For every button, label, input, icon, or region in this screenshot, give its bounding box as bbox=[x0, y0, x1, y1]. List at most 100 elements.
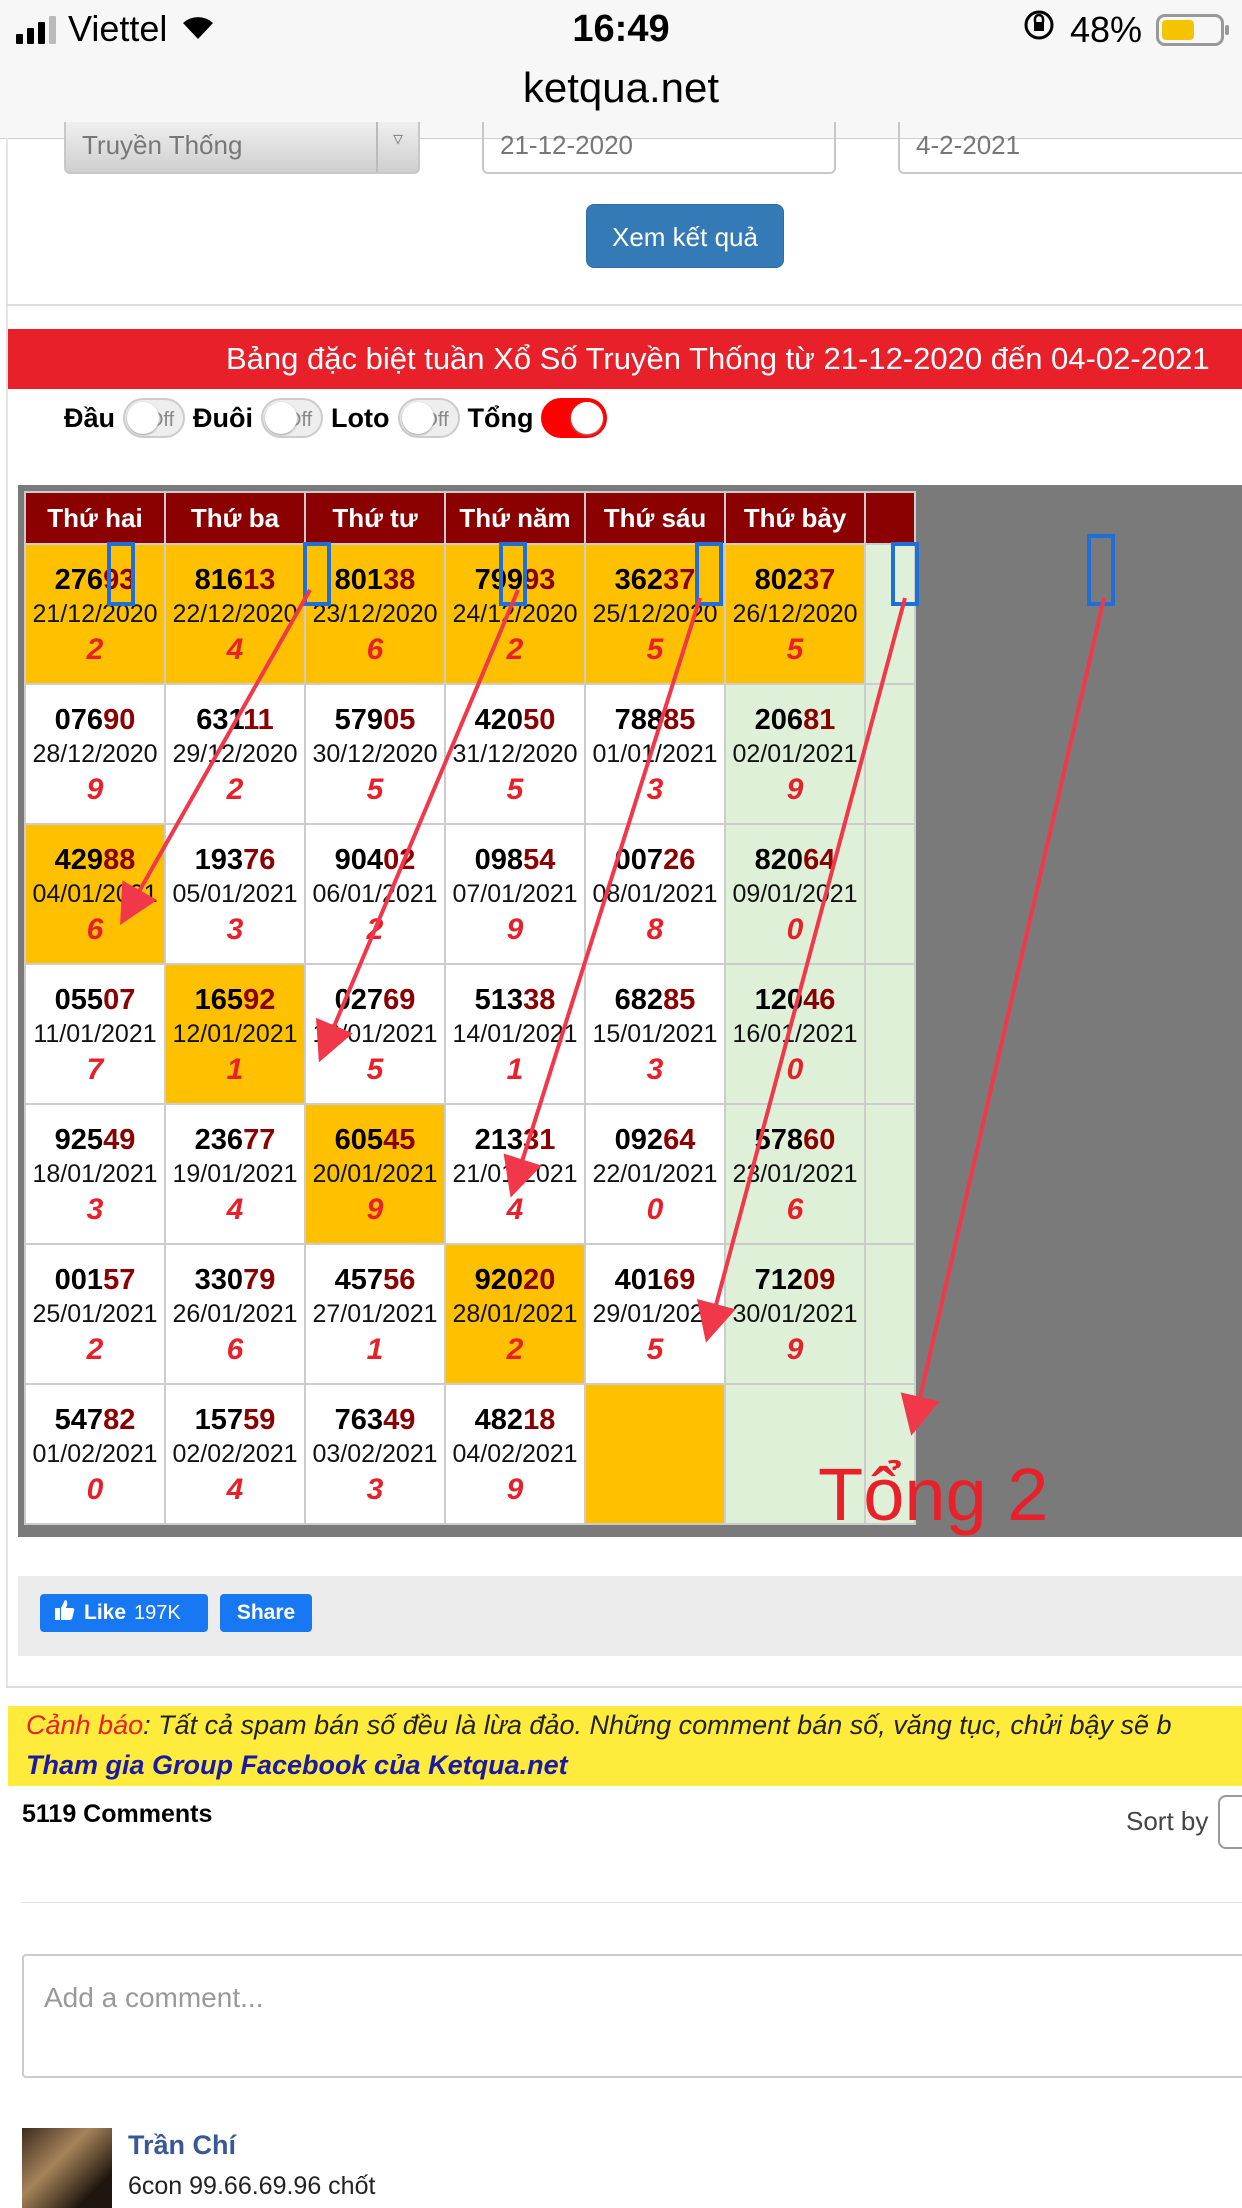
number-head: 801 bbox=[334, 564, 384, 596]
status-bar: Viettel 16:49 48% bbox=[0, 0, 1242, 62]
draw-date: 18/01/2021 bbox=[32, 1160, 158, 1188]
number-tail: 09 bbox=[803, 1264, 836, 1296]
draw-date: 25/01/2021 bbox=[32, 1300, 158, 1328]
table-row: 00157 25/01/2021 2 33079 26/01/2021 6 45756 27/… bbox=[24, 1243, 916, 1385]
digit-sum: 4 bbox=[226, 1473, 244, 1506]
special-prize-number: 02769 bbox=[306, 983, 444, 1017]
facebook-like-button[interactable]: Like 197K bbox=[40, 1594, 208, 1632]
result-cell: 92549 18/01/2021 3 bbox=[24, 1103, 166, 1245]
draw-date: 09/01/2021 bbox=[732, 880, 858, 908]
digit-sum: 4 bbox=[226, 633, 244, 666]
result-cell: 63111 29/12/2020 2 bbox=[164, 683, 306, 825]
digit-sum: 3 bbox=[366, 1473, 384, 1506]
warning-label: Cảnh báo bbox=[26, 1710, 144, 1740]
toggle-label-duoi: Đuôi bbox=[193, 402, 254, 433]
draw-date: 13/01/2021 bbox=[312, 1020, 438, 1048]
result-cell: 05507 11/01/2021 7 bbox=[24, 963, 166, 1105]
number-head: 420 bbox=[474, 704, 524, 736]
day-header: Thứ ba bbox=[164, 491, 306, 545]
special-prize-number: 40169 bbox=[586, 1263, 724, 1297]
digit-sum: 9 bbox=[506, 1473, 524, 1506]
comment-count: 5119 Comments bbox=[22, 1800, 213, 1828]
view-results-button[interactable]: Xem kết quả bbox=[586, 204, 784, 268]
lottery-type-select[interactable]: Truyền Thống ▿ bbox=[64, 122, 420, 174]
draw-date: 29/12/2020 bbox=[172, 740, 298, 768]
panel-divider bbox=[6, 304, 1242, 306]
date-from-input[interactable]: 21-12-2020 bbox=[482, 122, 836, 174]
special-prize-number: 05507 bbox=[26, 983, 164, 1017]
thumbs-up-icon bbox=[54, 1599, 76, 1627]
results-grid: Thứ hai Thứ ba Thứ tư Thứ năm Thứ sáu Thứ bảy… bbox=[18, 485, 1242, 1537]
result-cell: 02769 13/01/2021 5 bbox=[304, 963, 446, 1105]
number-tail: 88 bbox=[103, 844, 136, 876]
digit-sum: 2 bbox=[226, 773, 244, 806]
facebook-group-link[interactable]: Tham gia Group Facebook của Ketqua.net bbox=[26, 1750, 568, 1781]
special-prize-number: 92549 bbox=[26, 1123, 164, 1157]
day-header: Thứ năm bbox=[444, 491, 586, 545]
draw-date: 28/01/2021 bbox=[452, 1300, 578, 1328]
special-prize-number: 57905 bbox=[306, 703, 444, 737]
result-cell: 21331 21/01/2021 4 bbox=[444, 1103, 586, 1245]
date-to-input[interactable]: 4-2-2021 bbox=[898, 122, 1242, 174]
result-cell: 36237 25/12/2020 5 bbox=[584, 543, 726, 685]
number-head: 482 bbox=[474, 1404, 524, 1436]
result-cell: 81613 22/12/2020 4 bbox=[164, 543, 306, 685]
number-tail: 02 bbox=[383, 844, 416, 876]
number-head: 682 bbox=[614, 984, 664, 1016]
toggle-loto[interactable]: Off bbox=[397, 398, 460, 438]
draw-date: 12/01/2021 bbox=[172, 1020, 298, 1048]
special-prize-number: 42050 bbox=[446, 703, 584, 737]
number-tail: 26 bbox=[663, 844, 696, 876]
chevron-down-icon: ▿ bbox=[376, 122, 418, 172]
toggle-duoi[interactable]: Off bbox=[261, 398, 324, 438]
digit-sum: 9 bbox=[786, 1333, 804, 1366]
result-cell: 16592 12/01/2021 1 bbox=[164, 963, 306, 1105]
result-cell: 27693 21/12/2020 2 bbox=[24, 543, 166, 685]
number-head: 236 bbox=[194, 1124, 244, 1156]
result-cell bbox=[584, 1383, 726, 1525]
special-prize-number: 07690 bbox=[26, 703, 164, 737]
special-prize-number: 48218 bbox=[446, 1403, 584, 1437]
digit-sum: 0 bbox=[86, 1473, 104, 1506]
sort-select[interactable] bbox=[1218, 1795, 1242, 1849]
toggle-dau[interactable]: Off bbox=[123, 398, 186, 438]
digit-sum: 9 bbox=[86, 773, 104, 806]
panel-divider bbox=[6, 1686, 1242, 1688]
special-prize-number: 79993 bbox=[446, 563, 584, 597]
result-cell: 92020 28/01/2021 2 bbox=[444, 1243, 586, 1385]
sort-label: Sort by bbox=[1126, 1806, 1209, 1836]
table-row: 92549 18/01/2021 3 23677 19/01/2021 4 60545 20/… bbox=[24, 1103, 916, 1245]
number-tail: 37 bbox=[663, 564, 696, 596]
number-head: 157 bbox=[194, 1404, 244, 1436]
number-head: 076 bbox=[54, 704, 104, 736]
draw-date: 24/12/2020 bbox=[452, 600, 578, 628]
special-prize-number: 60545 bbox=[306, 1123, 444, 1157]
toggle-duoi-state: Off bbox=[285, 409, 313, 431]
number-tail: 60 bbox=[803, 1124, 836, 1156]
number-head: 816 bbox=[194, 564, 244, 596]
orientation-lock-icon bbox=[1022, 8, 1056, 51]
result-cell: 20681 02/01/2021 9 bbox=[724, 683, 866, 825]
result-cell: 19376 05/01/2021 3 bbox=[164, 823, 306, 965]
result-cell: 42050 31/12/2020 5 bbox=[444, 683, 586, 825]
result-cell: 71209 30/01/2021 9 bbox=[724, 1243, 866, 1385]
special-prize-number: 71209 bbox=[726, 1263, 864, 1297]
facebook-share-button[interactable]: Share bbox=[220, 1594, 312, 1632]
result-cell: 09854 07/01/2021 9 bbox=[444, 823, 586, 965]
number-tail: 05 bbox=[383, 704, 416, 736]
draw-date: 07/01/2021 bbox=[452, 880, 578, 908]
number-head: 820 bbox=[754, 844, 804, 876]
digit-sum: 1 bbox=[226, 1053, 244, 1086]
draw-date: 14/01/2021 bbox=[452, 1020, 578, 1048]
number-tail: 69 bbox=[383, 984, 416, 1016]
number-tail: 82 bbox=[103, 1404, 136, 1436]
comment-author[interactable]: Trần Chí bbox=[128, 2130, 236, 2161]
number-head: 330 bbox=[194, 1264, 244, 1296]
number-tail: 49 bbox=[103, 1124, 136, 1156]
number-tail: 37 bbox=[803, 564, 836, 596]
comment-input[interactable]: Add a comment... bbox=[22, 1954, 1242, 2078]
toggle-tong[interactable] bbox=[541, 398, 608, 438]
special-prize-number: 19376 bbox=[166, 843, 304, 877]
avatar[interactable] bbox=[22, 2128, 112, 2208]
battery-icon bbox=[1156, 13, 1229, 46]
